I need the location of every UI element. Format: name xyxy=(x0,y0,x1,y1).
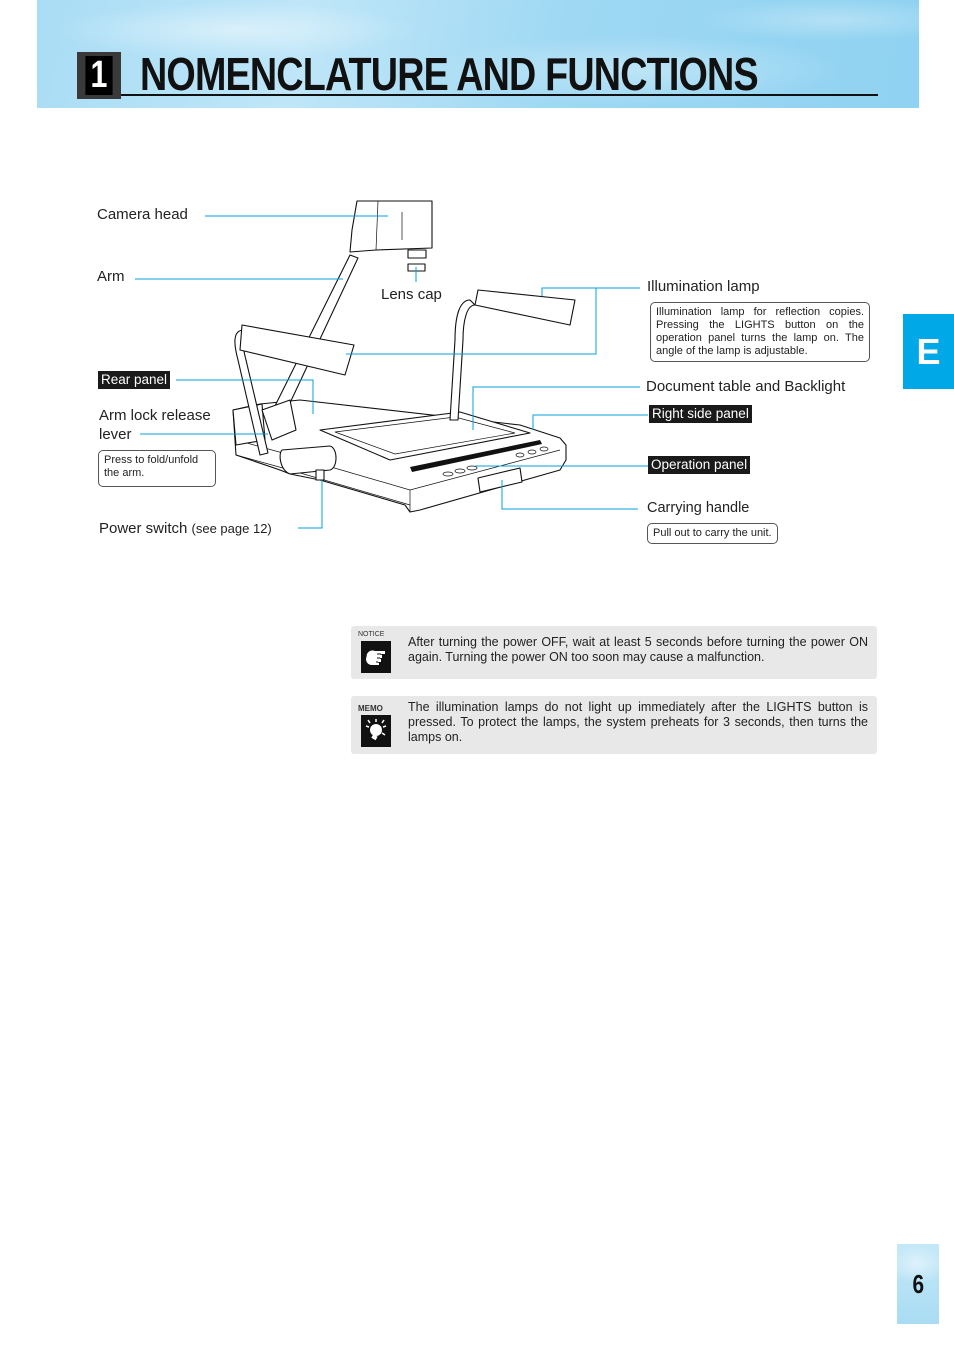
memo-callout: MEMO The illumination lamps do not light… xyxy=(351,696,877,754)
label-arm: Arm xyxy=(97,268,125,285)
label-operation-panel: Operation panel xyxy=(648,456,751,474)
note-arm-lock: Press to fold/unfold the arm. xyxy=(98,450,216,487)
note-carrying-handle: Pull out to carry the unit. xyxy=(647,523,778,544)
notice-text: After turning the power OFF, wait at lea… xyxy=(408,635,868,664)
page-number-tab: 6 xyxy=(897,1244,939,1324)
memo-text: The illumination lamps do not light up i… xyxy=(408,700,868,744)
notice-icon-wrap: NOTICE xyxy=(358,631,398,673)
lightbulb-icon xyxy=(361,715,391,747)
page-number: 6 xyxy=(912,1268,924,1299)
label-right-side-panel: Right side panel xyxy=(649,405,752,423)
notice-icon-caption: NOTICE xyxy=(358,631,385,638)
label-arm-lock-release-line2: lever xyxy=(99,426,132,443)
label-carrying-handle: Carrying handle xyxy=(647,500,750,516)
memo-icon-caption: MEMO xyxy=(358,704,383,713)
pointing-hand-icon xyxy=(361,641,391,673)
label-power-switch: Power switch (see page 12) xyxy=(99,520,272,538)
device-diagram xyxy=(135,200,648,529)
note-illumination-lamp: Illumination lamp for reflection copies.… xyxy=(650,302,870,362)
label-camera-head: Camera head xyxy=(97,206,188,223)
label-power-switch-ref: (see page 12) xyxy=(191,521,272,536)
memo-icon-wrap: MEMO xyxy=(358,705,398,747)
label-illumination-lamp: Illumination lamp xyxy=(647,278,760,295)
document-camera-illustration xyxy=(232,200,576,513)
label-arm-lock-release-line1: Arm lock release xyxy=(99,407,211,424)
label-rear-panel: Rear panel xyxy=(98,371,171,389)
label-power-switch-text: Power switch xyxy=(99,520,188,537)
notice-callout: NOTICE After turning the power OFF, wait… xyxy=(351,626,877,679)
label-lens-cap: Lens cap xyxy=(381,286,442,303)
label-document-table: Document table and Backlight xyxy=(646,378,846,395)
